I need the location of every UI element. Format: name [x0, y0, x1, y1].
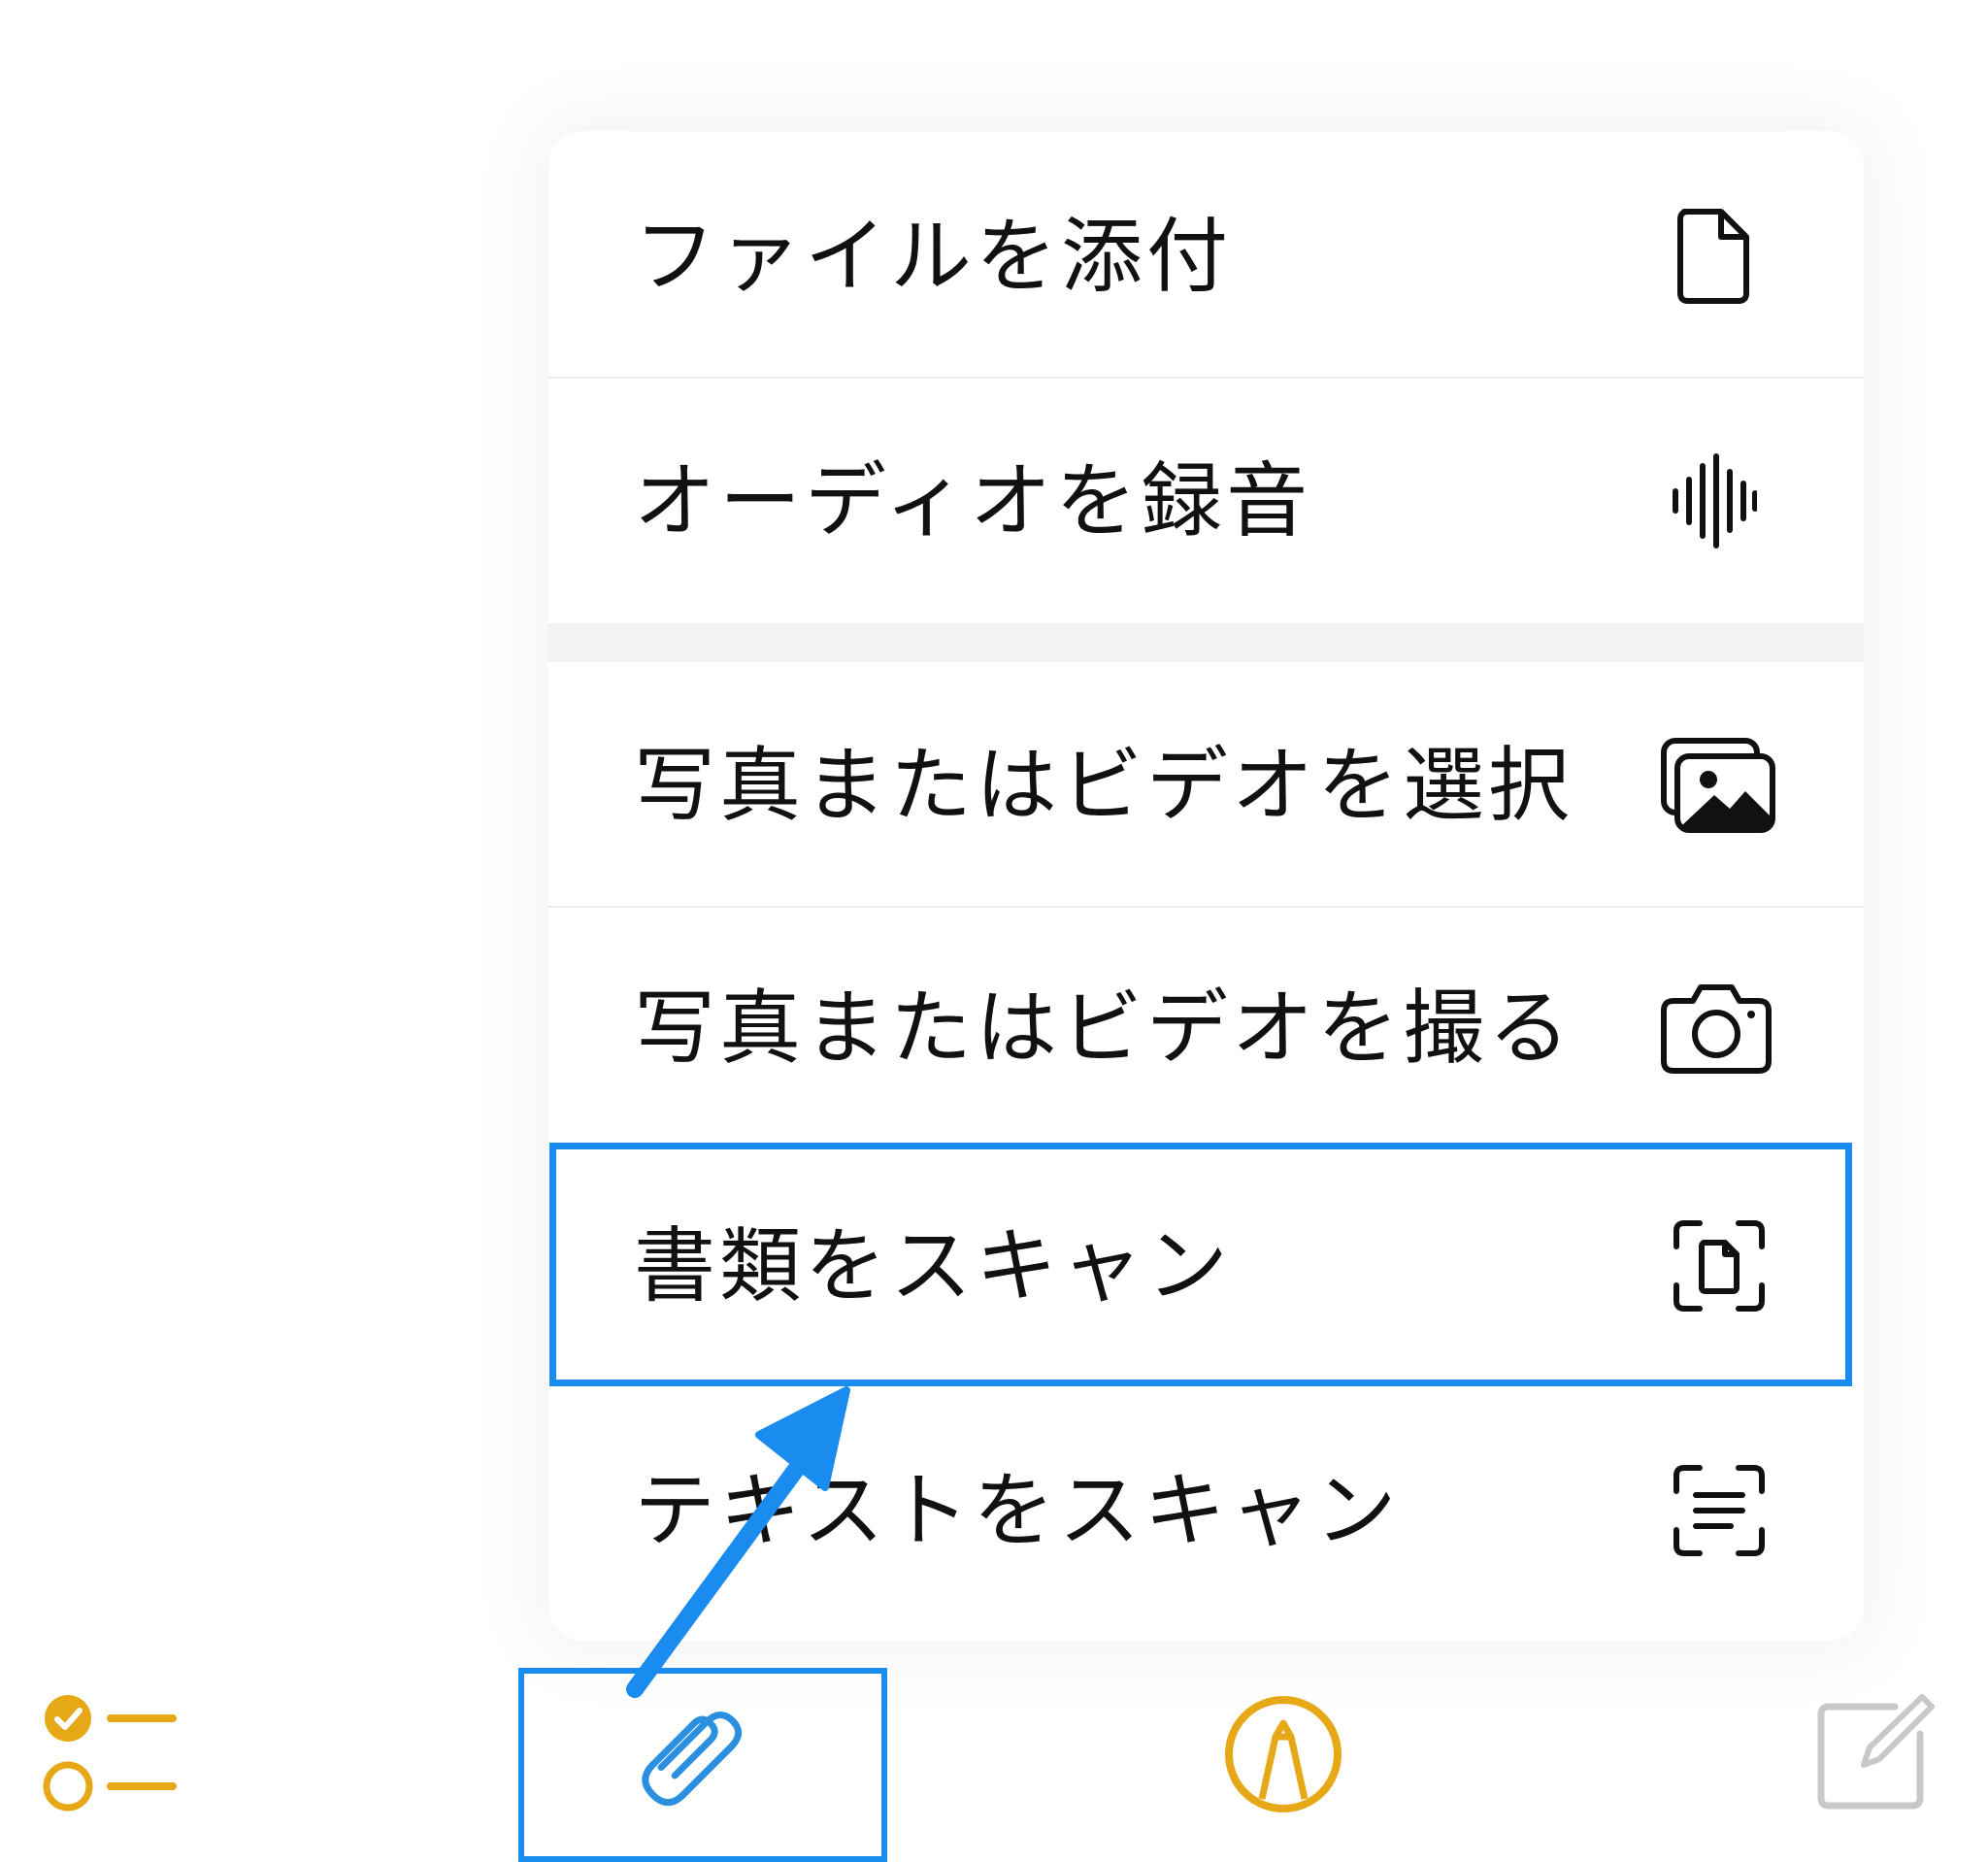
menu-item-record-audio[interactable]: オーディオを録音	[548, 381, 1864, 621]
menu-item-label: テキストをスキャン	[634, 1463, 1401, 1558]
document-icon	[1674, 208, 1752, 305]
menu-divider	[548, 377, 1864, 379]
camera-icon	[1660, 981, 1773, 1075]
menu-item-scan-text[interactable]: テキストをスキャン	[548, 1390, 1864, 1631]
markup-button[interactable]	[1223, 1694, 1343, 1818]
menu-item-choose-photo-video[interactable]: 写真またはビデオを選択	[548, 665, 1864, 906]
menu-item-take-photo-video[interactable]: 写真またはビデオを撮る	[548, 908, 1864, 1148]
checklist-button[interactable]	[41, 1689, 186, 1819]
waveform-icon	[1670, 452, 1757, 549]
menu-section-gap	[548, 623, 1864, 662]
markup-pen-icon	[1225, 1696, 1342, 1812]
compose-button[interactable]	[1813, 1689, 1939, 1819]
menu-item-label: ファイルを添付	[634, 209, 1233, 304]
compose-icon	[1817, 1694, 1935, 1810]
menu-item-attach-file[interactable]: ファイルを添付	[548, 136, 1864, 377]
checklist-icon	[43, 1695, 177, 1812]
attach-button-highlight	[518, 1668, 887, 1862]
text-scan-icon	[1673, 1464, 1766, 1557]
scan-document-highlight	[549, 1143, 1852, 1386]
menu-item-label: オーディオを録音	[634, 453, 1312, 549]
photo-library-icon	[1660, 737, 1776, 834]
menu-item-label: 写真またはビデオを撮る	[634, 981, 1574, 1076]
menu-item-label: 写真またはビデオを選択	[634, 738, 1574, 833]
